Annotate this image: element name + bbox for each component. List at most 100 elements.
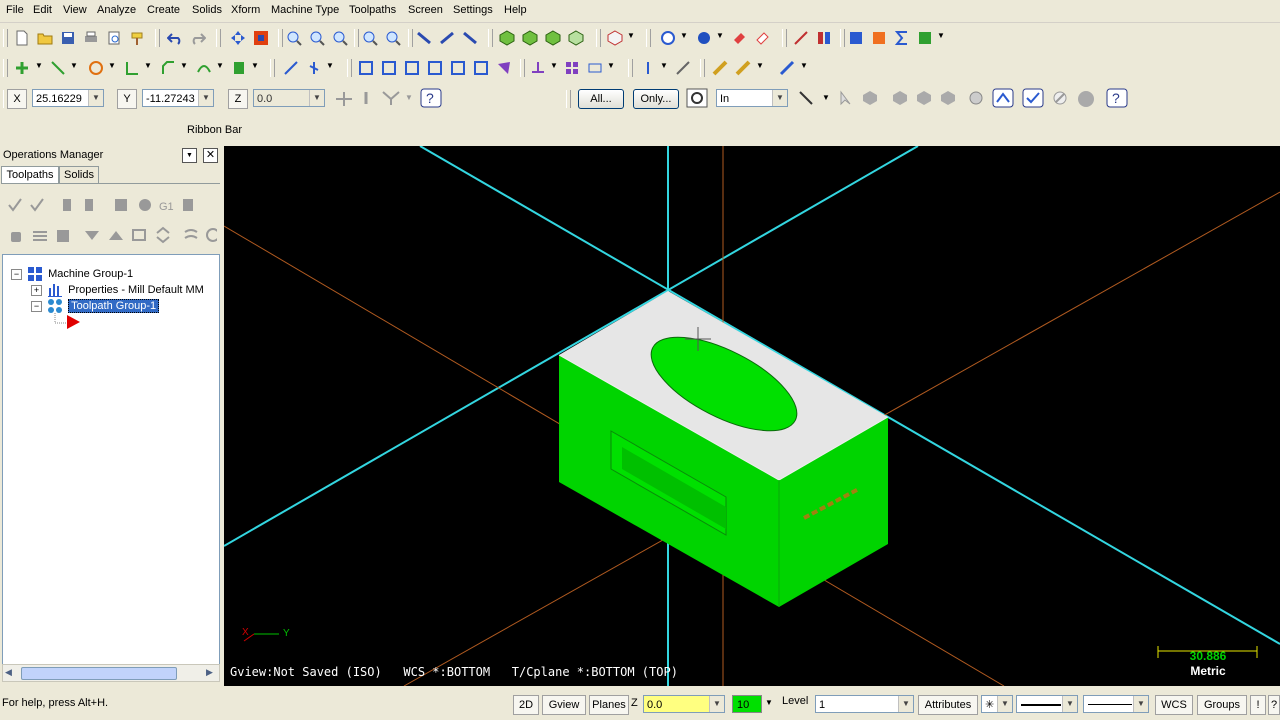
sigma-icon[interactable] — [894, 30, 910, 46]
new-file-icon[interactable] — [14, 30, 30, 46]
help-icon[interactable]: ? — [420, 88, 442, 108]
chevron-down-icon[interactable]: ▼ — [198, 90, 213, 106]
zoom-out-icon[interactable] — [385, 30, 401, 46]
chevron-down-icon[interactable]: ▼ — [716, 31, 724, 40]
wireframe-icon[interactable] — [499, 30, 515, 46]
chevron-down-icon[interactable]: ▼ — [756, 61, 764, 70]
mode-2d-button[interactable]: 2D — [513, 695, 539, 715]
level-label[interactable]: Level — [782, 695, 808, 707]
layout-icon[interactable] — [848, 30, 864, 46]
chevron-down-icon[interactable]: ▼ — [216, 61, 224, 70]
chevron-down-icon[interactable]: ▼ — [182, 148, 197, 163]
tree-horizontal-scrollbar[interactable]: ◀ ▶ — [2, 664, 220, 682]
menu-file[interactable]: File — [6, 4, 24, 16]
hatch-icon[interactable] — [587, 60, 603, 76]
cube-view-icon[interactable] — [607, 30, 623, 46]
insert-arrow-icon[interactable] — [53, 313, 83, 329]
chain-icon[interactable] — [816, 30, 832, 46]
tree-row-toolpath-group[interactable]: − Toolpath Group-1 — [31, 298, 160, 314]
chamfer-icon[interactable] — [160, 60, 176, 76]
sphere-select-icon[interactable] — [968, 90, 984, 106]
color-swatch[interactable]: 10 — [732, 695, 762, 713]
select-all-button[interactable]: All... — [578, 89, 624, 109]
chevron-down-icon[interactable]: ▼ — [898, 696, 913, 712]
expand-icon[interactable]: + — [31, 284, 42, 296]
toolpath-edit-icon[interactable] — [7, 226, 217, 244]
xform-scale-icon[interactable] — [427, 60, 443, 76]
chevron-down-icon[interactable]: ▼ — [550, 61, 558, 70]
menu-xform[interactable]: Xform — [231, 4, 260, 16]
cursor-arrow-icon[interactable] — [838, 90, 854, 106]
alert-button[interactable]: ! — [1250, 695, 1266, 715]
fillet-icon[interactable] — [124, 60, 140, 76]
chevron-down-icon[interactable]: ▼ — [1133, 696, 1148, 712]
zoom-target-icon[interactable] — [309, 30, 325, 46]
settings-orange-icon[interactable] — [871, 30, 887, 46]
xform-stretch-icon[interactable] — [473, 60, 489, 76]
x-coordinate-label[interactable]: X — [7, 89, 27, 109]
viewport-canvas[interactable] — [224, 146, 1280, 686]
x-coordinate-field[interactable]: 25.16229 ▼ — [32, 89, 104, 107]
pencil-icon[interactable] — [735, 60, 751, 76]
menu-solids[interactable]: Solids — [192, 4, 222, 16]
menu-view[interactable]: View — [63, 4, 87, 16]
collapse-icon[interactable]: − — [31, 300, 42, 312]
break-icon[interactable] — [306, 60, 322, 76]
scroll-thumb[interactable] — [21, 667, 177, 680]
verify-check-icon[interactable] — [1022, 88, 1044, 108]
hex-body-icon[interactable] — [940, 90, 956, 106]
point-style-select[interactable]: ✳ ▼ — [981, 695, 1013, 713]
level-field[interactable]: 1 ▼ — [815, 695, 914, 713]
chevron-down-icon[interactable]: ▼ — [937, 31, 945, 40]
xform-offset-icon[interactable] — [450, 60, 466, 76]
chevron-down-icon[interactable]: ▼ — [326, 61, 334, 70]
wand-icon[interactable] — [779, 60, 795, 76]
line-style-select[interactable]: ▼ — [1016, 695, 1078, 713]
collapse-icon[interactable]: − — [11, 268, 22, 280]
view-side-icon[interactable] — [462, 30, 478, 46]
hex-face-icon[interactable] — [916, 90, 932, 106]
selection-mode-select[interactable]: In ▼ — [716, 89, 788, 107]
analyze-icon[interactable] — [793, 30, 809, 46]
cancel-circle-icon[interactable] — [1052, 90, 1068, 106]
chevron-down-icon[interactable]: ▼ — [765, 698, 773, 707]
y-coordinate-field[interactable]: -11.27243 ▼ — [142, 89, 214, 107]
save-icon[interactable] — [60, 30, 76, 46]
chevron-down-icon[interactable]: ▼ — [309, 90, 324, 106]
tree-row-machine-group[interactable]: − Machine Group-1 — [11, 266, 133, 282]
xform-rotate-icon[interactable] — [404, 60, 420, 76]
menu-create[interactable]: Create — [147, 4, 180, 16]
chevron-down-icon[interactable]: ▼ — [405, 93, 413, 102]
selection-help-icon[interactable]: ? — [1106, 88, 1128, 108]
ok-circle-icon[interactable] — [1076, 89, 1096, 109]
undo-icon[interactable] — [167, 30, 183, 46]
chevron-down-icon[interactable]: ▼ — [772, 90, 787, 106]
menu-screen[interactable]: Screen — [408, 4, 443, 16]
select-only-button[interactable]: Only... — [633, 89, 679, 109]
menu-machine-type[interactable]: Machine Type — [271, 4, 339, 16]
attributes-button[interactable]: Attributes — [918, 695, 978, 715]
chevron-down-icon[interactable]: ▼ — [709, 696, 724, 712]
solid-select-icon[interactable] — [862, 90, 878, 106]
eraser-icon[interactable] — [731, 30, 747, 46]
graphics-viewport[interactable]: X Y Gview:Not Saved (ISO) WCS *:BOTTOM T… — [224, 146, 1280, 686]
y-coordinate-label[interactable]: Y — [117, 89, 137, 109]
scroll-left-icon[interactable]: ◀ — [5, 667, 12, 678]
chevron-down-icon[interactable]: ▼ — [1062, 696, 1077, 712]
print-icon[interactable] — [83, 30, 99, 46]
print-preview-icon[interactable] — [106, 30, 122, 46]
brush-icon[interactable] — [129, 30, 145, 46]
view-top-icon[interactable] — [416, 30, 432, 46]
machine-list-icon[interactable] — [917, 30, 933, 46]
spline-icon[interactable] — [196, 60, 212, 76]
chevron-down-icon[interactable]: ▼ — [251, 61, 259, 70]
globe-icon[interactable] — [660, 30, 676, 46]
planes-button[interactable]: Planes — [589, 695, 629, 715]
chevron-down-icon[interactable]: ▼ — [607, 61, 615, 70]
unzoom-icon[interactable] — [362, 30, 378, 46]
menu-edit[interactable]: Edit — [33, 4, 52, 16]
sphere-icon[interactable] — [696, 30, 712, 46]
line-width-select[interactable]: ▼ — [1083, 695, 1149, 713]
open-folder-icon[interactable] — [37, 30, 53, 46]
help-button[interactable]: ? — [1268, 695, 1280, 715]
